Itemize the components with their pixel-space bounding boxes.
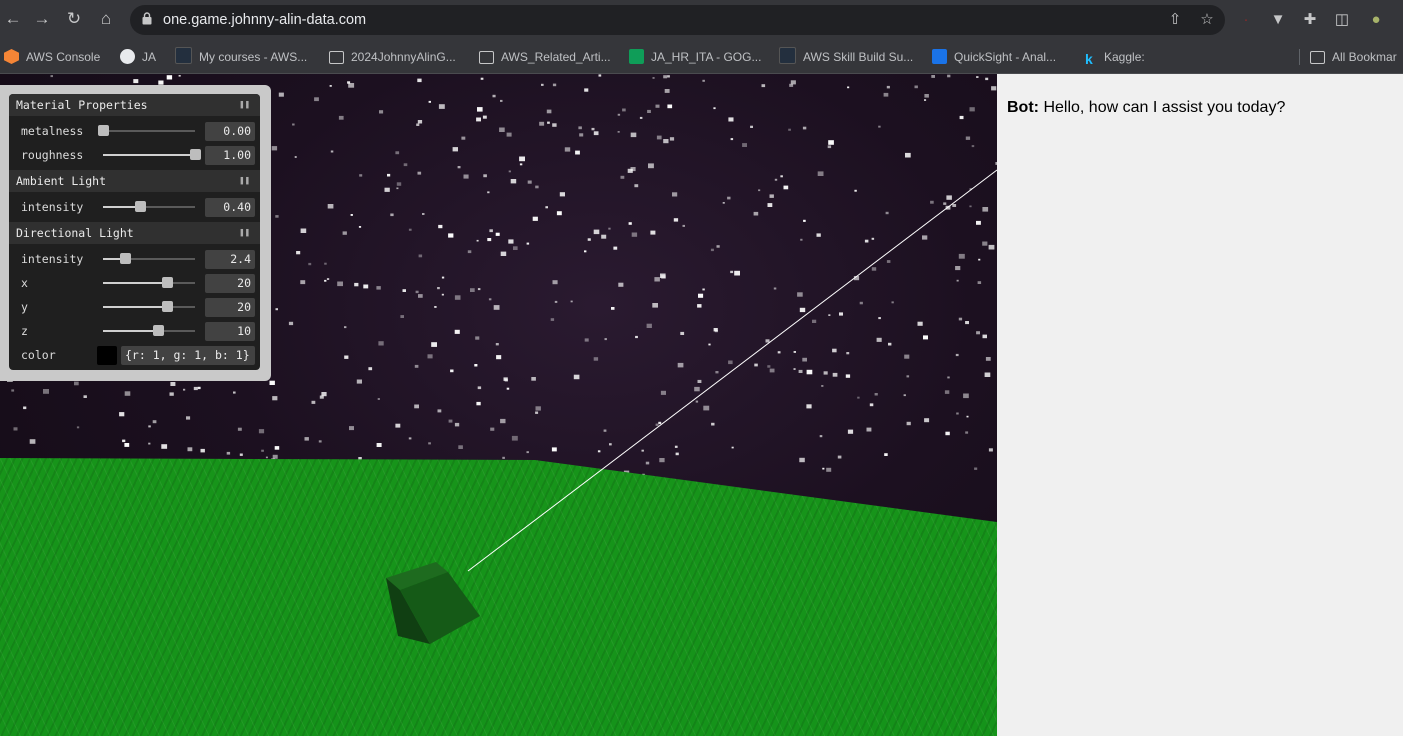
- aws-cube-icon: [4, 49, 19, 64]
- bookmark-kaggle[interactable]: k Kaggle:: [1085, 40, 1165, 74]
- drag-handle-icon[interactable]: ❚❚: [239, 170, 250, 192]
- quicksight-icon: [932, 49, 947, 64]
- ambient-intensity-slider[interactable]: [103, 201, 195, 212]
- slider-knob[interactable]: [190, 149, 201, 160]
- light-z-slider[interactable]: [103, 325, 195, 336]
- bookmark-ja-hr-ita[interactable]: JA_HR_ITA - GOG...: [629, 40, 769, 74]
- light-y-control: y 20: [9, 295, 260, 319]
- all-bookmarks[interactable]: All Bookmar: [1310, 40, 1403, 74]
- light-x-slider[interactable]: [103, 277, 195, 288]
- folder-ambient-light[interactable]: Ambient Light ❚❚: [9, 170, 260, 192]
- sheets-icon: [629, 49, 644, 64]
- browser-toolbar: ← → ↻ ⌂ one.game.johnny-alin-data.com ⇧ …: [0, 0, 1403, 40]
- ambient-intensity-control: intensity 0.40: [9, 195, 260, 219]
- metalness-control: metalness 0.00: [9, 119, 260, 143]
- share-icon[interactable]: ⇧: [1166, 11, 1184, 29]
- folder-icon: [329, 51, 344, 64]
- reload-icon[interactable]: ↻: [61, 6, 87, 32]
- forward-icon[interactable]: →: [29, 6, 55, 32]
- directional-intensity-control: intensity 2.4: [9, 247, 260, 271]
- drag-handle-icon[interactable]: ❚❚: [239, 222, 250, 244]
- bookmark-ja[interactable]: JA: [120, 40, 170, 74]
- puzzle-extensions-icon[interactable]: ✚: [1300, 10, 1320, 30]
- chat-panel: Bot: Hello, how can I assist you today?: [997, 74, 1403, 736]
- folder-icon: [479, 51, 494, 64]
- light-x-control: x 20: [9, 271, 260, 295]
- back-icon[interactable]: ←: [0, 6, 26, 32]
- directional-intensity-slider[interactable]: [103, 253, 195, 264]
- star-icon[interactable]: ☆: [1198, 11, 1216, 29]
- slider-knob[interactable]: [162, 301, 174, 312]
- light-z-control: z 10: [9, 319, 260, 343]
- globe-icon: [120, 49, 135, 64]
- directional-intensity-input[interactable]: 2.4: [205, 250, 255, 269]
- folder-material-properties[interactable]: Material Properties ❚❚: [9, 94, 260, 116]
- lock-icon: [142, 12, 152, 25]
- side-panel-icon[interactable]: ◫: [1332, 10, 1352, 30]
- metalness-slider[interactable]: [98, 125, 195, 136]
- light-x-input[interactable]: 20: [205, 274, 255, 293]
- ambient-intensity-input[interactable]: 0.40: [205, 198, 255, 217]
- message-text: Hello, how can I assist you today?: [1043, 99, 1286, 116]
- color-input[interactable]: {r: 1, g: 1, b: 1}: [121, 346, 255, 365]
- slider-knob[interactable]: [134, 201, 146, 212]
- green-cube[interactable]: [386, 560, 480, 646]
- roughness-control: roughness 1.00: [9, 143, 260, 167]
- address-bar[interactable]: one.game.johnny-alin-data.com ⇧ ☆: [130, 5, 1225, 35]
- metalness-input[interactable]: 0.00: [205, 122, 255, 141]
- folder-directional-light[interactable]: Directional Light ❚❚: [9, 222, 260, 244]
- color-swatch[interactable]: [97, 346, 117, 365]
- light-z-input[interactable]: 10: [205, 322, 255, 341]
- bookmark-aws-console[interactable]: AWS Console: [4, 40, 114, 74]
- light-y-input[interactable]: 20: [205, 298, 255, 317]
- aws-logo-icon: [779, 47, 796, 64]
- profile-avatar-icon[interactable]: ●: [1366, 10, 1386, 30]
- bookmark-aws-skill-build[interactable]: AWS Skill Build Su...: [779, 40, 924, 74]
- bookmark-folder-2024[interactable]: 2024JohnnyAlinG...: [329, 40, 469, 74]
- light-y-slider[interactable]: [103, 301, 195, 312]
- bookmark-my-courses[interactable]: My courses - AWS...: [175, 40, 315, 74]
- drag-handle-icon[interactable]: ❚❚: [239, 94, 250, 116]
- vimeo-extension-icon[interactable]: ▼: [1268, 10, 1288, 30]
- light-color-control: color {r: 1, g: 1, b: 1}: [9, 343, 260, 367]
- bookmark-folder-aws-related[interactable]: AWS_Related_Arti...: [479, 40, 619, 74]
- folder-icon: [1310, 51, 1325, 64]
- slider-knob[interactable]: [153, 325, 165, 336]
- gui-panel: Material Properties ❚❚ metalness 0.00 rou…: [9, 94, 260, 370]
- speaker-label: Bot:: [1007, 99, 1039, 116]
- roughness-input[interactable]: 1.00: [205, 146, 255, 165]
- slider-knob[interactable]: [162, 277, 174, 288]
- bookmarks-separator: [1299, 49, 1300, 65]
- aws-logo-icon: [175, 47, 192, 64]
- slider-knob[interactable]: [120, 253, 132, 264]
- bot-message: Bot: Hello, how can I assist you today?: [1007, 99, 1285, 117]
- bookmark-quicksight[interactable]: QuickSight - Anal...: [932, 40, 1077, 74]
- kaggle-icon: k: [1085, 51, 1093, 67]
- roughness-slider[interactable]: [103, 149, 201, 160]
- extension-icon[interactable]: ·: [1236, 10, 1256, 30]
- home-icon[interactable]: ⌂: [93, 6, 119, 32]
- url-text: one.game.johnny-alin-data.com: [163, 12, 367, 28]
- slider-knob[interactable]: [98, 125, 109, 136]
- bookmarks-bar: AWS Console JA My courses - AWS... 2024J…: [0, 40, 1403, 74]
